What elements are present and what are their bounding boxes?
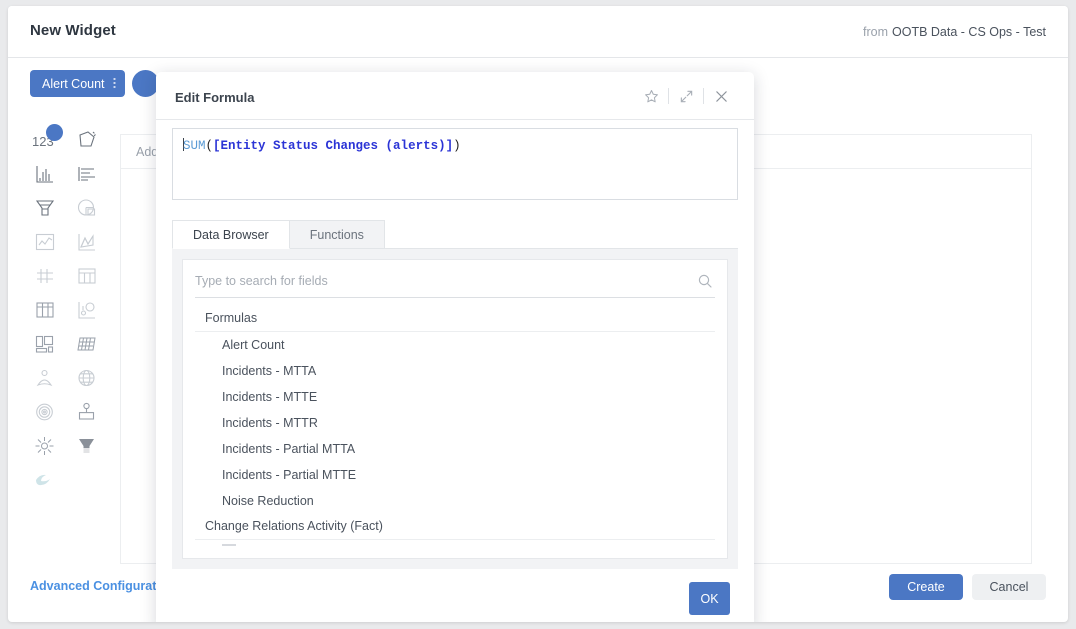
- chart-type-custom-widget[interactable]: [28, 468, 62, 491]
- edit-formula-dialog: Edit Formula SUM([Entity Status Changes …: [156, 72, 754, 622]
- pill-label: Alert Count: [42, 77, 105, 91]
- favorite-icon[interactable]: [634, 85, 668, 107]
- source-prefix: from: [863, 25, 888, 39]
- chart-type-funnel-filled[interactable]: [70, 434, 104, 457]
- data-browser-inner: Formulas Alert Count Incidents - MTTA In…: [182, 259, 728, 559]
- chart-type-pivot-star[interactable]: [70, 128, 104, 151]
- chart-type-area[interactable]: [70, 230, 104, 253]
- chart-type-table[interactable]: [70, 264, 104, 287]
- group-header-formulas: Formulas: [195, 306, 715, 332]
- drop-placeholder-label: Add: [136, 145, 158, 159]
- chart-type-number-123[interactable]: 123: [28, 128, 62, 151]
- chart-type-radial-target[interactable]: [28, 400, 62, 423]
- search-icon[interactable]: [697, 273, 713, 294]
- create-button[interactable]: Create: [889, 574, 963, 600]
- page-title: New Widget: [30, 22, 116, 39]
- list-item[interactable]: Incidents - Partial MTTA: [195, 436, 715, 462]
- dialog-footer: OK: [156, 569, 754, 622]
- chart-type-grid[interactable]: [28, 264, 62, 287]
- chart-type-column[interactable]: [28, 162, 62, 185]
- chart-type-heatmap[interactable]: [70, 332, 104, 355]
- group-header-change-relations-activity: Change Relations Activity (Fact): [195, 514, 715, 540]
- chart-type-scatter[interactable]: [70, 298, 104, 321]
- list-item-clipped[interactable]: [195, 540, 715, 549]
- dialog-header-actions: [634, 85, 738, 107]
- data-source-label: from OOTB Data - CS Ops - Test: [863, 25, 1046, 39]
- search-input[interactable]: [195, 274, 715, 288]
- list-item[interactable]: Incidents - MTTR: [195, 410, 715, 436]
- formula-field-token: [Entity Status Changes (alerts)]: [213, 139, 453, 153]
- ok-button[interactable]: OK: [689, 582, 730, 615]
- measure-pill-row: Alert Count: [30, 70, 159, 97]
- chart-type-gauge[interactable]: [70, 400, 104, 423]
- advanced-configuration-link[interactable]: Advanced Configuration: [30, 579, 175, 593]
- formula-function-token: SUM: [183, 139, 206, 153]
- chart-type-line[interactable]: [28, 230, 62, 253]
- drag-handle-icon[interactable]: [113, 77, 116, 90]
- chart-type-table-filled[interactable]: [28, 298, 62, 321]
- list-item[interactable]: Incidents - Partial MTTE: [195, 462, 715, 488]
- chart-type-map-pin[interactable]: [28, 366, 62, 389]
- list-item[interactable]: Incidents - MTTA: [195, 358, 715, 384]
- pill-alert-count[interactable]: Alert Count: [30, 70, 125, 97]
- dialog-header: Edit Formula: [156, 72, 754, 120]
- tab-data-browser[interactable]: Data Browser: [172, 220, 290, 249]
- list-item[interactable]: Incidents - MTTE: [195, 384, 715, 410]
- footer-actions: Create Cancel: [889, 574, 1046, 600]
- chart-type-dashboard-layout[interactable]: [28, 332, 62, 355]
- widget-header: New Widget from OOTB Data - CS Ops - Test: [8, 6, 1068, 58]
- list-item[interactable]: Noise Reduction: [195, 488, 715, 514]
- dialog-title: Edit Formula: [175, 90, 254, 105]
- tab-functions[interactable]: Functions: [289, 220, 385, 248]
- list-item[interactable]: Alert Count: [195, 332, 715, 358]
- source-name: OOTB Data - CS Ops - Test: [892, 25, 1046, 39]
- chart-type-funnel[interactable]: [28, 196, 62, 219]
- widget-editor-window: New Widget from OOTB Data - CS Ops - Test…: [8, 6, 1068, 622]
- data-browser-panel: Formulas Alert Count Incidents - MTTA In…: [172, 249, 738, 569]
- field-search-row: [195, 265, 715, 298]
- formula-close-paren: ): [453, 139, 461, 153]
- expand-icon[interactable]: [669, 85, 703, 107]
- formula-editor[interactable]: SUM([Entity Status Changes (alerts)]): [172, 128, 738, 200]
- field-list: Formulas Alert Count Incidents - MTTA In…: [183, 298, 727, 549]
- chart-type-globe[interactable]: [70, 366, 104, 389]
- cancel-button[interactable]: Cancel: [972, 574, 1046, 600]
- chart-type-pie[interactable]: [70, 196, 104, 219]
- pill-secondary[interactable]: [132, 70, 159, 97]
- chart-type-sunburst[interactable]: [28, 434, 62, 457]
- chart-type-bar[interactable]: [70, 162, 104, 185]
- chart-type-rail: 123: [28, 128, 104, 491]
- close-icon[interactable]: [704, 85, 738, 107]
- selected-indicator-dot: [46, 124, 63, 141]
- dialog-tabs: Data Browser Functions: [172, 220, 738, 249]
- formula-open-paren: (: [206, 139, 214, 153]
